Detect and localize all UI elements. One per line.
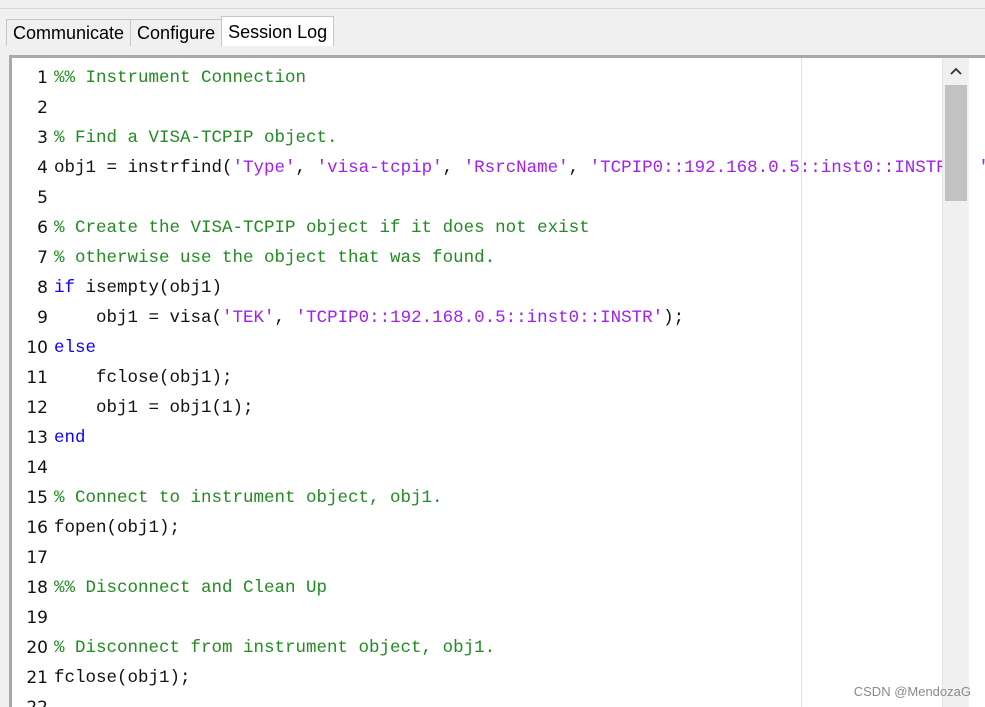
code-text: obj1 = visa('TEK', 'TCPIP0::192.168.0.5:…: [54, 303, 684, 333]
keyword-token: else: [54, 338, 97, 358]
line-number: 2: [37, 98, 48, 118]
string-token: 'visa-tcpip': [316, 158, 443, 178]
code-text: obj1 = obj1(1);: [54, 393, 254, 423]
code-text: % Create the VISA-TCPIP object if it doe…: [54, 213, 590, 243]
string-token: ': [978, 158, 985, 178]
keyword-token: end: [54, 428, 86, 448]
code-token: ,: [442, 158, 464, 178]
code-text: %% Disconnect and Clean Up: [54, 573, 327, 603]
string-token: 'RsrcName': [463, 158, 569, 178]
keyword-token: if: [54, 278, 76, 298]
code-token: obj1 = obj1(1);: [54, 398, 254, 418]
code-token: ,: [295, 158, 317, 178]
line-number: 15: [26, 488, 48, 508]
line-number: 17: [26, 548, 48, 568]
code-token: );: [663, 308, 685, 328]
string-token: 'TEK': [222, 308, 275, 328]
line-number: 14: [26, 458, 48, 478]
comment-token: % Find a VISA-TCPIP object.: [54, 128, 338, 148]
line-number: 1: [37, 68, 48, 88]
string-token: 'TCPIP0::192.168.0.5::inst0::INSTR': [295, 308, 664, 328]
comment-token: %% Instrument Connection: [54, 68, 307, 88]
comment-token: % Create the VISA-TCPIP object if it doe…: [54, 218, 590, 238]
line-number: 5: [37, 188, 48, 208]
string-token: 'TCPIP0::192.168.0.5::inst0::INSTR': [589, 158, 958, 178]
line-number: 12: [26, 398, 48, 418]
code-text: % Find a VISA-TCPIP object.: [54, 123, 338, 153]
code-token: fclose(obj1);: [54, 368, 233, 388]
line-number: 21: [26, 668, 48, 688]
line-number: 20: [26, 638, 48, 658]
code-token: fopen(obj1);: [54, 518, 181, 538]
comment-token: % Disconnect from instrument object, obj…: [54, 638, 496, 658]
code-token: isempty(obj1): [75, 278, 223, 298]
window-top-edge: [0, 0, 985, 9]
code-text: else: [54, 333, 96, 363]
tab-bar: Communicate Configure Session Log: [6, 16, 335, 46]
comment-token: % Connect to instrument object, obj1.: [54, 488, 443, 508]
line-number: 7: [37, 248, 48, 268]
scrollbar-thumb[interactable]: [945, 85, 967, 201]
comment-token: %% Disconnect and Clean Up: [54, 578, 328, 598]
code-text: % otherwise use the object that was foun…: [54, 243, 495, 273]
code-text: fclose(obj1);: [54, 663, 191, 693]
code-text: obj1 = instrfind('Type', 'visa-tcpip', '…: [54, 153, 985, 183]
code-token: obj1 = visa(: [54, 308, 223, 328]
tab-session-log[interactable]: Session Log: [221, 16, 335, 46]
chevron-up-icon: [950, 67, 962, 75]
line-number: 13: [26, 428, 48, 448]
code-text: % Connect to instrument object, obj1.: [54, 483, 443, 513]
code-text: fclose(obj1);: [54, 363, 233, 393]
vertical-scrollbar[interactable]: [942, 58, 969, 707]
tab-communicate[interactable]: Communicate: [6, 19, 132, 46]
code-token: fclose(obj1);: [54, 668, 191, 688]
line-number: 16: [26, 518, 48, 538]
scroll-up-button[interactable]: [943, 60, 969, 82]
code-editor[interactable]: 1 %% Instrument Connection 2 3 % Find a VISA…: [12, 58, 985, 707]
code-token: ,: [274, 308, 296, 328]
watermark: CSDN @MendozaG: [853, 684, 971, 699]
line-number: 18: [26, 578, 48, 598]
tab-configure[interactable]: Configure: [130, 19, 223, 46]
line-number: 8: [37, 278, 48, 298]
line-number: 4: [37, 158, 48, 178]
line-number: 19: [26, 608, 48, 628]
line-number: 3: [37, 128, 48, 148]
string-token: 'Type': [232, 158, 296, 178]
code-text: end: [54, 423, 86, 453]
code-token: obj1 = instrfind(: [54, 158, 233, 178]
line-number: 11: [26, 368, 48, 388]
session-log-panel: 1 %% Instrument Connection 2 3 % Find a VISA…: [9, 55, 985, 707]
code-text: %% Instrument Connection: [54, 63, 306, 93]
code-text: % Disconnect from instrument object, obj…: [54, 633, 495, 663]
code-token: ,: [568, 158, 590, 178]
code-text: if isempty(obj1): [54, 273, 222, 303]
line-number: 22: [12, 693, 48, 707]
line-number: 9: [37, 308, 48, 328]
line-number: 10: [26, 338, 48, 358]
code-text: fopen(obj1);: [54, 513, 180, 543]
comment-token: % otherwise use the object that was foun…: [54, 248, 496, 268]
line-number: 6: [37, 218, 48, 238]
